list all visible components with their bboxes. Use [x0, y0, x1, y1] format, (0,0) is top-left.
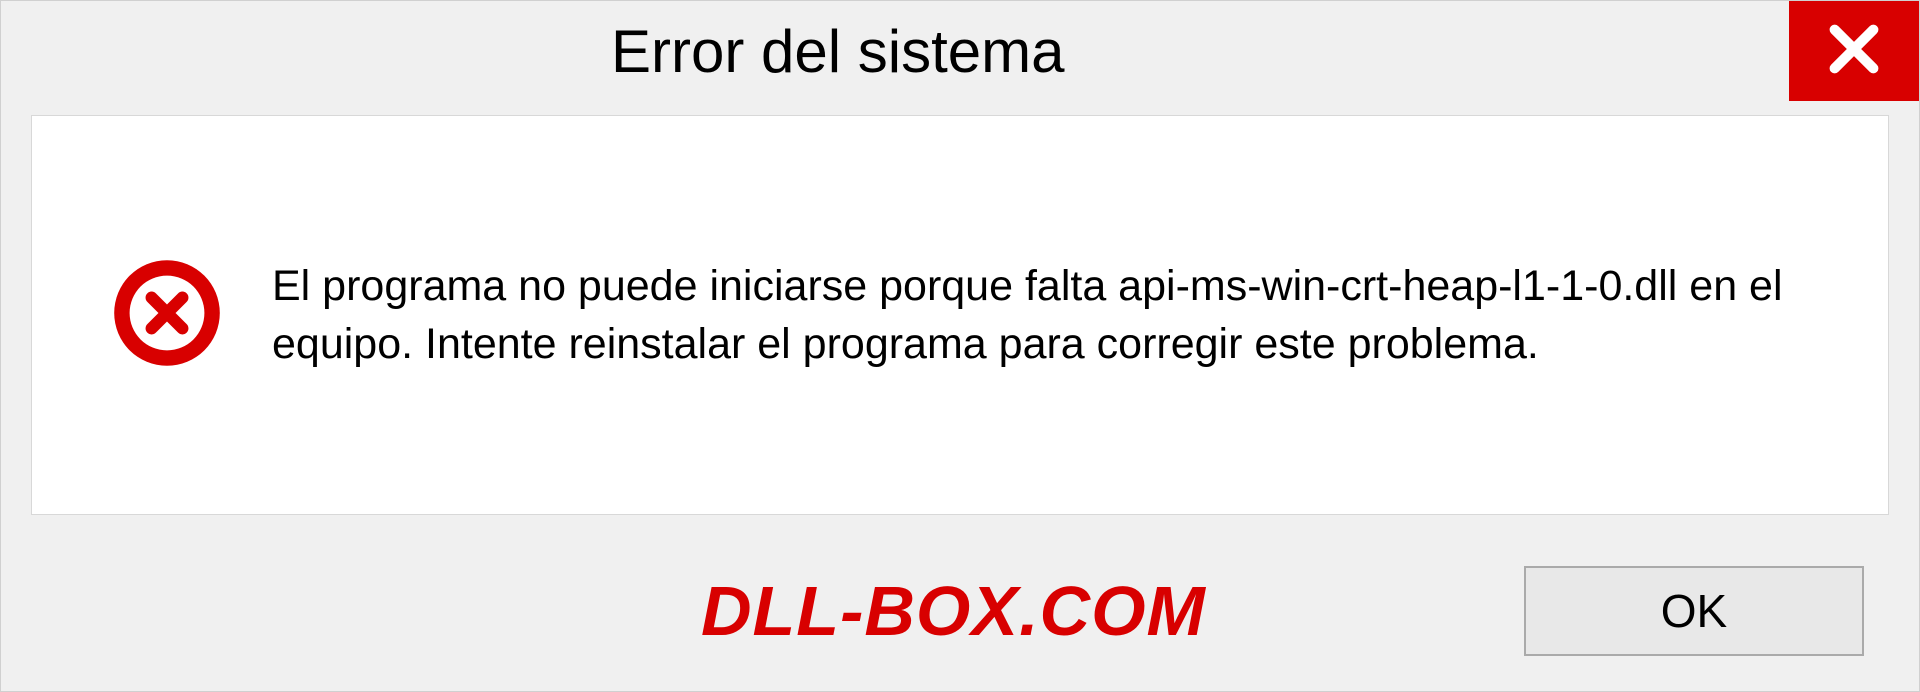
close-icon: [1825, 20, 1883, 83]
ok-button-label: OK: [1661, 584, 1727, 638]
content-panel: El programa no puede iniciarse porque fa…: [31, 115, 1889, 515]
dialog-footer: DLL-BOX.COM OK: [1, 531, 1919, 691]
titlebar: Error del sistema: [1, 1, 1919, 101]
watermark-text: DLL-BOX.COM: [701, 571, 1206, 651]
error-dialog: Error del sistema El programa no puede i…: [0, 0, 1920, 692]
dialog-title: Error del sistema: [611, 17, 1064, 86]
close-button[interactable]: [1789, 1, 1919, 101]
ok-button[interactable]: OK: [1524, 566, 1864, 656]
error-icon: [112, 258, 222, 373]
error-message: El programa no puede iniciarse porque fa…: [272, 257, 1792, 373]
